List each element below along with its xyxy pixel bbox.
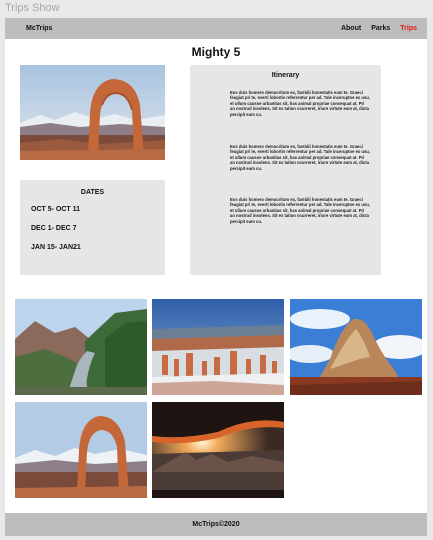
date-range: OCT 5- OCT 11 bbox=[31, 206, 81, 213]
nav-link-parks[interactable]: Parks bbox=[371, 25, 390, 32]
nav-links: About Parks Trips bbox=[341, 25, 417, 32]
canyon-river-photo[interactable] bbox=[15, 299, 147, 395]
itinerary-paragraph: Eos duis homero democritum ex, fastidii … bbox=[230, 197, 371, 224]
top-nav: McTrips About Parks Trips bbox=[5, 18, 427, 39]
hero-arch-photo bbox=[20, 65, 165, 160]
dates-panel: DATES OCT 5- OCT 11 DEC 1- DEC 7 JAN 15-… bbox=[20, 180, 165, 275]
itinerary-title: Itinerary bbox=[271, 72, 300, 79]
date-range: DEC 1- DEC 7 bbox=[31, 225, 77, 232]
delicate-arch-photo[interactable] bbox=[15, 402, 147, 498]
window-title: Trips Show bbox=[5, 2, 60, 14]
date-range: JAN 15- JAN21 bbox=[31, 244, 81, 251]
mesa-arch-sunrise-photo[interactable] bbox=[152, 402, 284, 498]
dates-title: DATES bbox=[80, 189, 105, 196]
sandstone-butte-photo[interactable] bbox=[290, 299, 422, 395]
nav-link-about[interactable]: About bbox=[341, 25, 361, 32]
brand-logo[interactable]: McTrips bbox=[26, 25, 52, 32]
itinerary-paragraph: Eos duis homero democritum ex, fastidii … bbox=[230, 90, 371, 117]
nav-link-trips[interactable]: Trips bbox=[400, 25, 417, 32]
page-title: Mighty 5 bbox=[191, 45, 241, 59]
footer: McTrips©2020 bbox=[5, 513, 427, 536]
hoodoo-amphitheater-photo[interactable] bbox=[152, 299, 284, 395]
app-frame: McTrips About Parks Trips Mighty 5 DATES… bbox=[5, 18, 427, 536]
itinerary-paragraph: Eos duis homero democritum ex, fastidii … bbox=[230, 144, 371, 171]
itinerary-panel: Itinerary Eos duis homero democritum ex,… bbox=[190, 65, 381, 275]
